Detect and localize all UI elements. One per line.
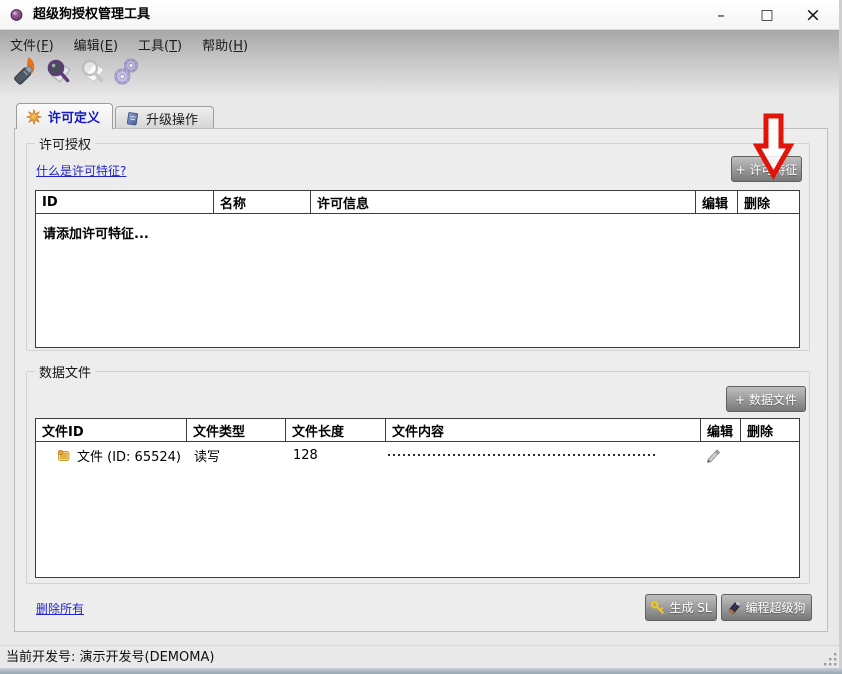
menu-file[interactable]: 文件(F) [8, 34, 56, 54]
menu-help[interactable]: 帮助(H) [200, 34, 250, 54]
data-file-length: 128 [286, 442, 386, 468]
app-window: 超级狗授权管理工具 – □ × 文件(F) 编辑(E) 工具(T) 帮助(H) [0, 0, 842, 674]
key-icon [650, 600, 665, 615]
window-title: 超级狗授权管理工具 [33, 0, 150, 30]
col-file-length: 文件长度 [286, 419, 386, 441]
col-id: ID [36, 191, 214, 213]
magnifier-icon [45, 56, 73, 88]
window-controls: – □ × [698, 0, 836, 30]
data-file-icon [56, 448, 71, 463]
col-file-delete: 删除 [741, 419, 799, 441]
license-group-legend: 许可授权 [35, 134, 95, 153]
data-file-type: 读写 [187, 442, 286, 468]
title-bar: 超级狗授权管理工具 – □ × [0, 0, 842, 30]
status-bar: 当前开发号: 演示开发号(DEMOMA) [0, 645, 842, 669]
inspect-disabled-toolbar-button [78, 55, 108, 89]
tab-license-definition[interactable]: 许可定义 [16, 103, 113, 129]
data-file-row[interactable]: 文件 (ID: 65524) 读写 128 [36, 442, 799, 468]
resize-grip[interactable] [822, 651, 838, 667]
inspect-toolbar-button[interactable] [44, 55, 74, 89]
menu-tools[interactable]: 工具(T) [136, 34, 184, 54]
col-name: 名称 [214, 191, 311, 213]
col-file-edit: 编辑 [701, 419, 741, 441]
dongle-icon [727, 600, 741, 616]
delete-all-link[interactable]: 删除所有 [36, 600, 84, 617]
program-dongle-icon [10, 56, 40, 88]
col-file-content: 文件内容 [386, 419, 701, 441]
col-file-type: 文件类型 [187, 419, 286, 441]
license-table-empty-message: 请添加许可特征... [36, 214, 799, 251]
magnifier-disabled-icon [79, 56, 107, 88]
menu-edit[interactable]: 编辑(E) [72, 34, 120, 54]
program-superdog-label: 编程超级狗 [745, 599, 805, 616]
program-dongle-toolbar-button[interactable] [10, 55, 40, 89]
col-delete: 删除 [738, 191, 799, 213]
close-button[interactable]: × [790, 0, 836, 30]
minimize-button[interactable]: – [698, 0, 744, 30]
file-content-dots [388, 454, 656, 456]
data-table-header: 文件ID 文件类型 文件长度 文件内容 编辑 删除 [36, 419, 799, 442]
edit-pencil-icon[interactable] [704, 446, 722, 464]
license-table: ID 名称 许可信息 编辑 删除 请添加许可特征... [35, 190, 800, 348]
maximize-button[interactable]: □ [744, 0, 790, 30]
col-edit: 编辑 [696, 191, 738, 213]
data-files-group-legend: 数据文件 [35, 362, 95, 381]
what-is-license-feature-link[interactable]: 什么是许可特征? [36, 162, 126, 179]
window-bottom-edge [0, 668, 842, 674]
col-license-info: 许可信息 [311, 191, 696, 213]
toolbar [10, 55, 142, 89]
tab-upgrade-operations[interactable]: 升级操作 [115, 106, 214, 129]
app-logo-icon [9, 7, 24, 22]
settings-gears-icon [112, 56, 142, 88]
menu-bar: 文件(F) 编辑(E) 工具(T) 帮助(H) [8, 34, 250, 54]
tab-license-label: 许可定义 [48, 107, 100, 126]
generate-sl-label: 生成 SL [669, 599, 711, 616]
program-superdog-button[interactable]: 编程超级狗 [721, 594, 812, 621]
upgrade-doc-icon [125, 111, 140, 126]
license-star-icon [26, 109, 42, 125]
col-file-id: 文件ID [36, 419, 187, 441]
current-developer-id: 当前开发号: 演示开发号(DEMOMA) [6, 650, 214, 665]
settings-toolbar-button[interactable] [112, 55, 142, 89]
tab-upgrade-label: 升级操作 [146, 109, 198, 128]
generate-sl-button[interactable]: 生成 SL [645, 594, 717, 621]
data-file-id: 文件 (ID: 65524) [77, 446, 181, 465]
annotation-arrow-down-icon [753, 112, 795, 182]
license-table-header: ID 名称 许可信息 编辑 删除 [36, 191, 799, 214]
add-data-file-button[interactable]: + 数据文件 [726, 386, 806, 412]
data-files-table: 文件ID 文件类型 文件长度 文件内容 编辑 删除 文件 (ID: 65524)… [35, 418, 800, 578]
